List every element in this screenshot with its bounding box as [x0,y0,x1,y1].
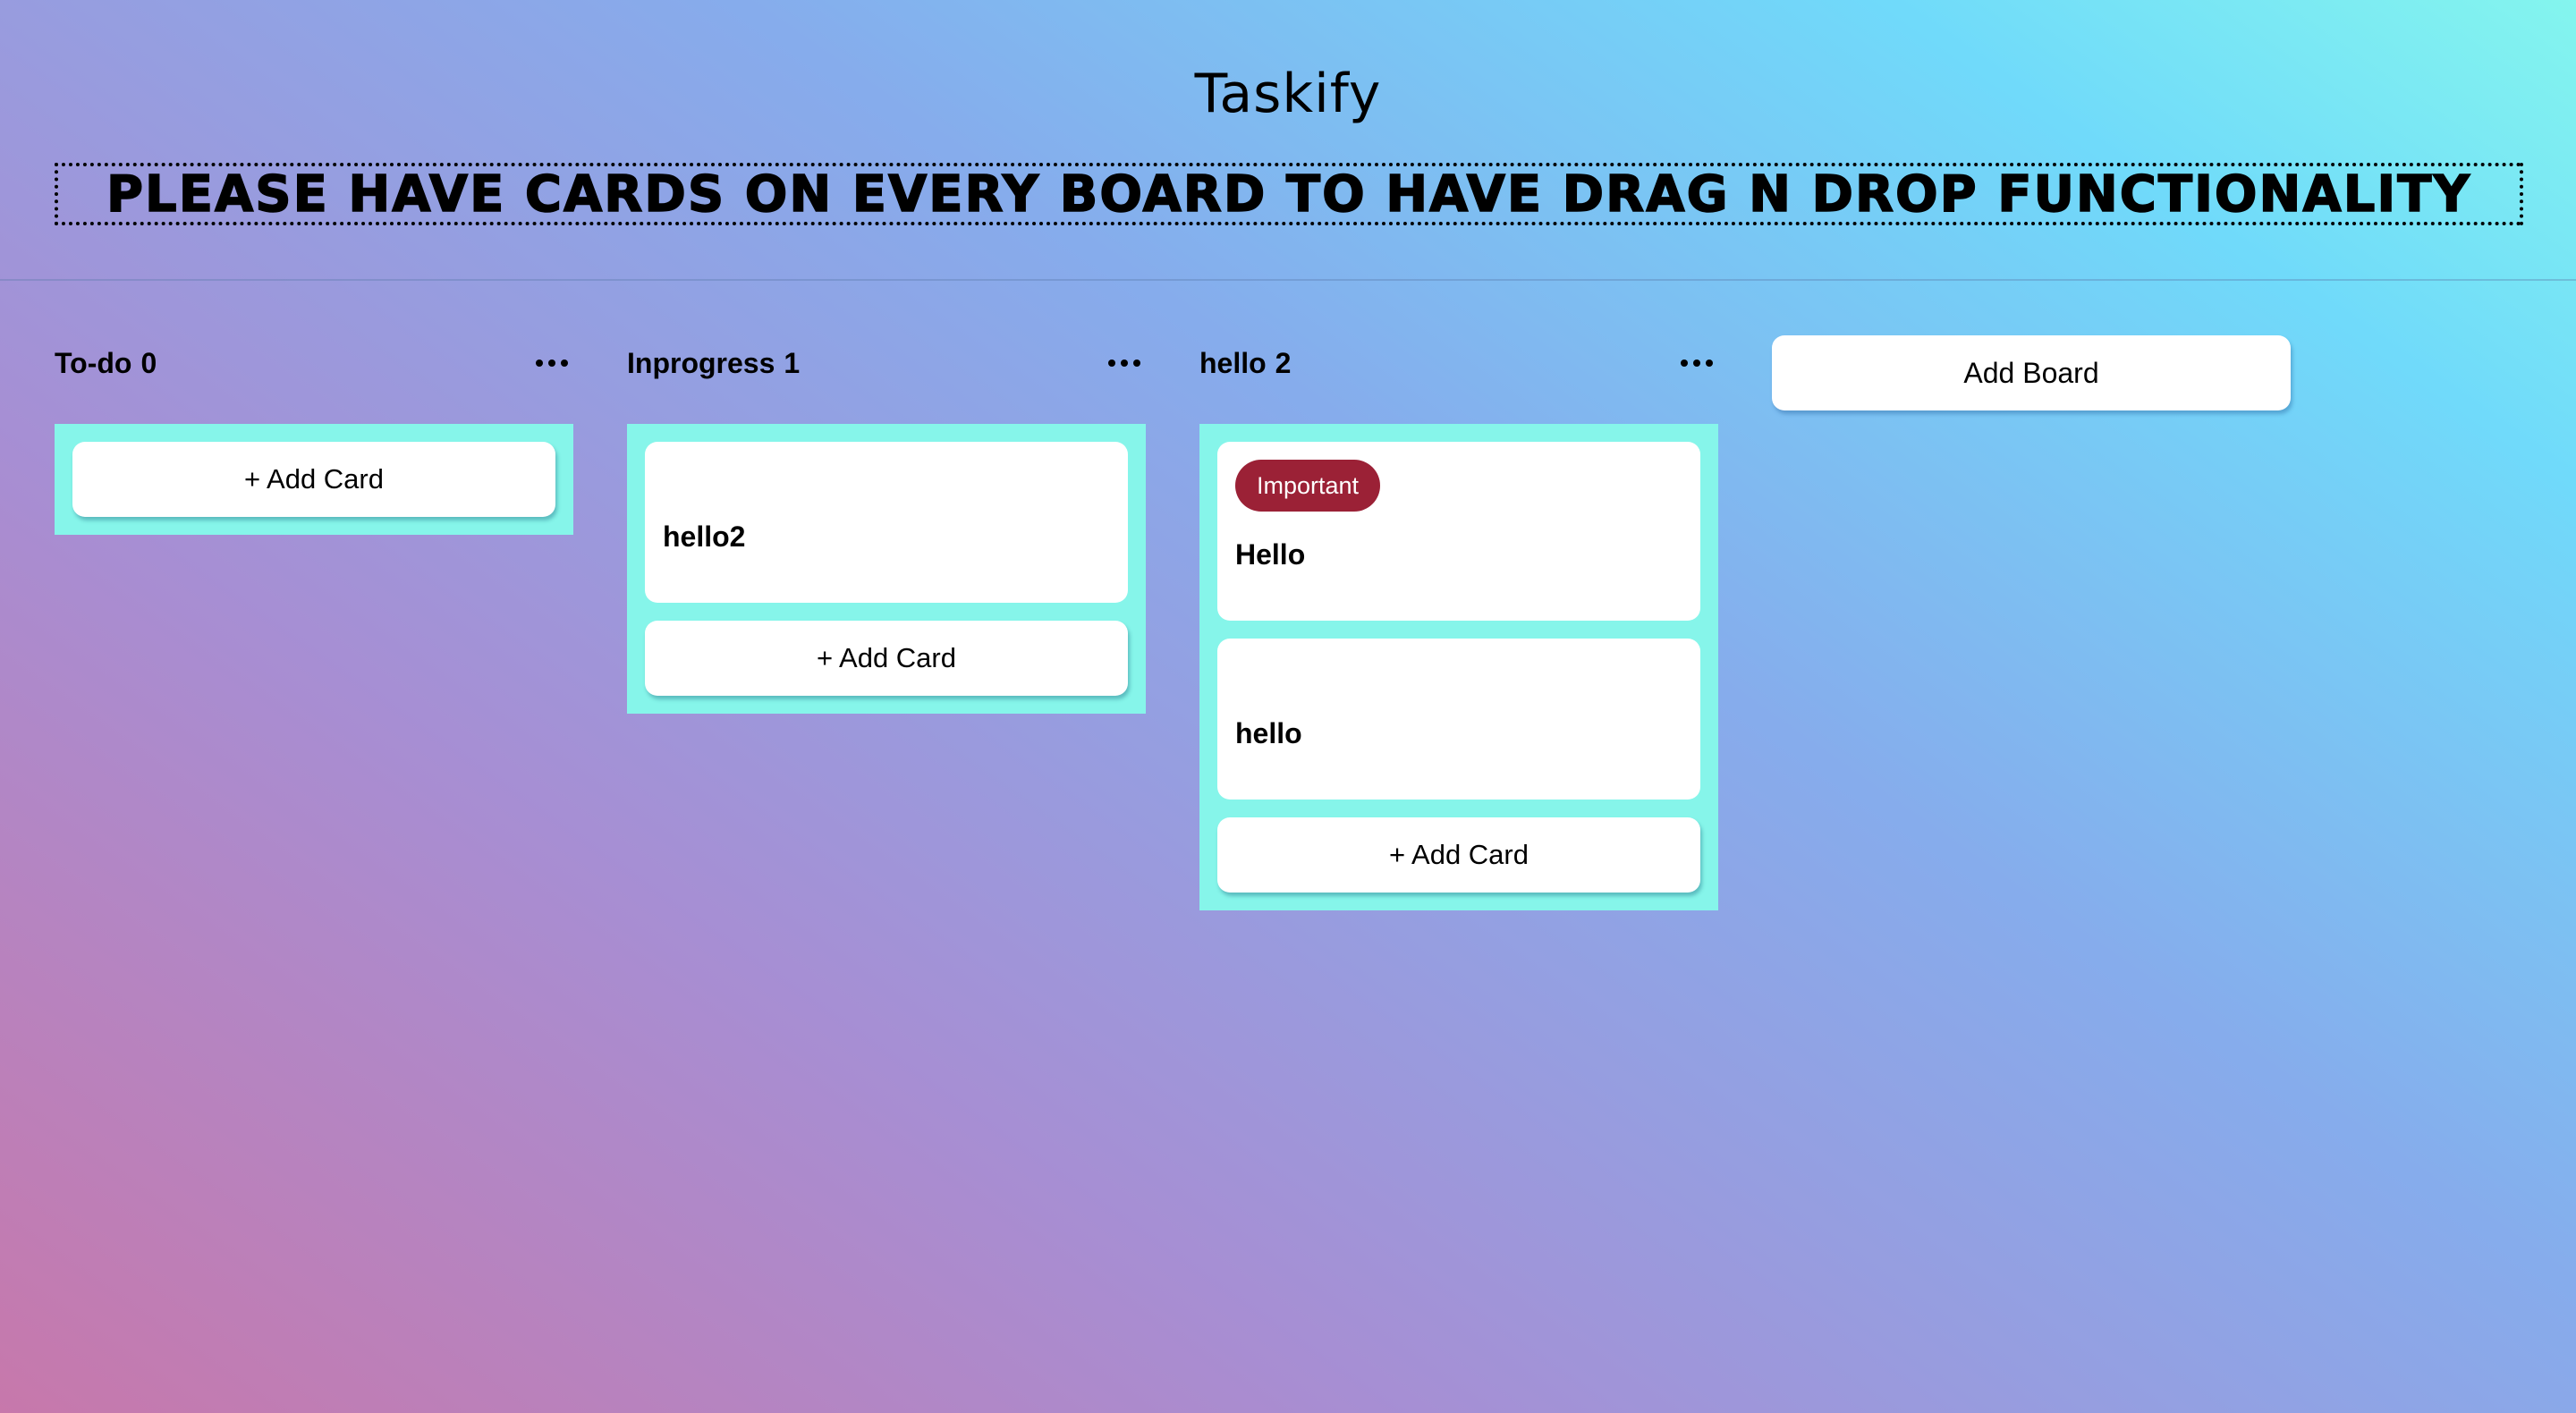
notice-text: PLEASE HAVE CARDS ON EVERY BOARD TO HAVE… [106,165,2472,224]
board-card-count: 2 [1275,346,1292,379]
board-todo: To-do 0 + Add Card [55,333,573,535]
board-title-text: To-do [55,346,132,379]
board-card-list: Important Hello hello + Add Card [1199,424,1718,910]
card-title: hello2 [663,520,746,553]
more-horizontal-icon[interactable] [1103,345,1146,381]
board-title: Inprogress 1 [627,347,800,380]
drag-drop-notice: PLEASE HAVE CARDS ON EVERY BOARD TO HAVE… [55,163,2523,225]
app-title: Taskify [1194,63,1382,125]
add-card-button[interactable]: + Add Card [72,442,555,517]
board-card-list: hello2 + Add Card [627,424,1146,714]
task-card[interactable]: Important Hello [1217,442,1700,621]
more-horizontal-icon[interactable] [530,345,573,381]
board-card-count: 0 [140,346,157,379]
board-title-text: Inprogress [627,346,775,379]
board-card-count: 1 [784,346,801,379]
board-title-text: hello [1199,346,1267,379]
board-title: hello 2 [1199,347,1291,380]
card-title: hello [1235,717,1302,749]
task-card[interactable]: hello [1217,639,1700,800]
card-label-important: Important [1235,460,1381,512]
card-title: Hello [1235,538,1306,571]
board-hello: hello 2 Important Hello hello + Add Card [1199,333,1718,910]
add-card-button[interactable]: + Add Card [1217,817,1700,893]
board-card-list: + Add Card [55,424,573,535]
task-card[interactable]: hello2 [645,442,1128,603]
board-header: Inprogress 1 [627,333,1146,393]
board-inprogress: Inprogress 1 hello2 + Add Card [627,333,1146,714]
add-board-button[interactable]: Add Board [1772,335,2291,410]
board-header: To-do 0 [55,333,573,393]
add-card-button[interactable]: + Add Card [645,621,1128,696]
more-horizontal-icon[interactable] [1675,345,1718,381]
board-header: hello 2 [1199,333,1718,393]
app-header: Taskify PLEASE HAVE CARDS ON EVERY BOARD… [0,0,2576,281]
board-title: To-do 0 [55,347,157,380]
